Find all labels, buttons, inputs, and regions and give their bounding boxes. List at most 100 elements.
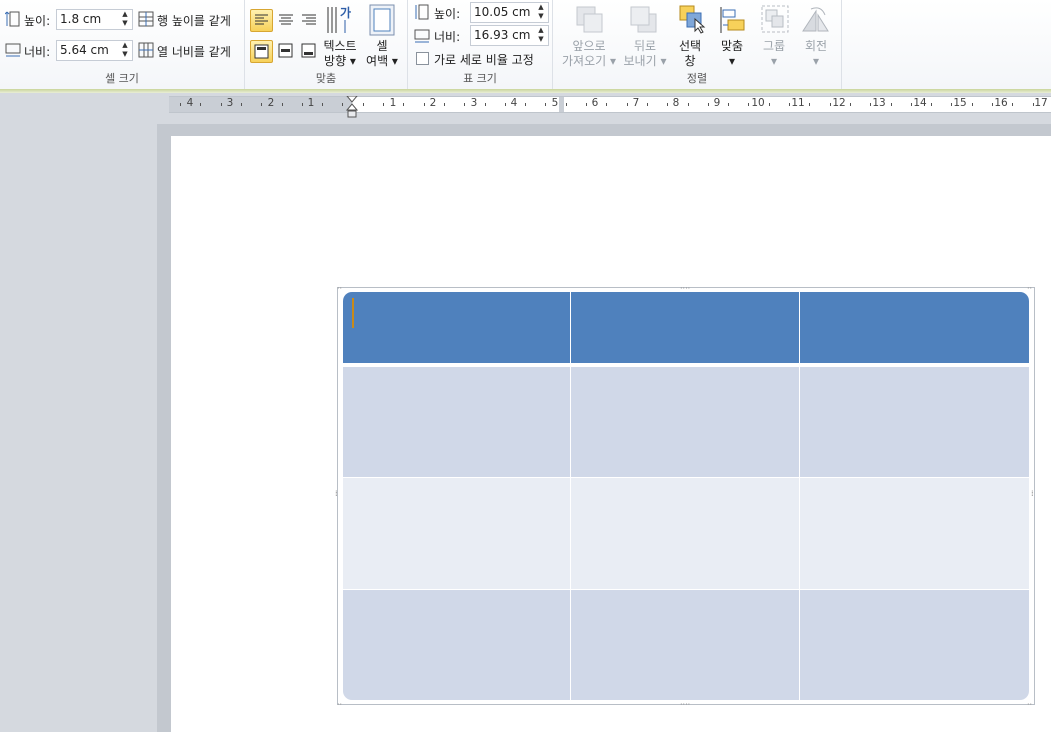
ruler-tick: [768, 103, 770, 106]
send-backward-button[interactable]: 뒤로 보내기 ▾: [619, 39, 671, 69]
selection-pane-icon[interactable]: [677, 3, 707, 38]
resize-handle-bottom[interactable]: ····: [680, 701, 690, 709]
ruler-tick: [240, 103, 242, 106]
align-top-button[interactable]: [250, 40, 273, 63]
distribute-columns-button[interactable]: 열 너비를 같게: [157, 43, 231, 60]
resize-handle-top-left[interactable]: ··: [337, 285, 342, 293]
resize-handle-bottom-left[interactable]: ··: [337, 701, 342, 709]
ruler-num-right-14: 15: [953, 97, 967, 109]
table-width-label: 너비:: [434, 30, 461, 44]
table-height-input[interactable]: 10.05 cm ▲ ▼: [470, 2, 549, 23]
selection-pane-button[interactable]: 선택 창: [671, 39, 709, 69]
align-objects-label-1: 맞춤: [720, 39, 744, 53]
ruler-num-right-9: 10: [751, 97, 765, 109]
table-height-value: 10.05 cm: [474, 5, 531, 19]
ruler-tick: [565, 103, 567, 106]
ruler-tick: [220, 103, 222, 106]
align-right-icon[interactable]: [299, 10, 319, 33]
ruler-tick: [789, 103, 790, 106]
align-bottom-icon[interactable]: [299, 41, 319, 64]
cell-margins-button[interactable]: 셀 여백 ▾: [362, 39, 402, 69]
cell-margins-icon[interactable]: [369, 4, 395, 39]
send-backward-label-1: 뒤로: [633, 39, 657, 53]
table-header-cell[interactable]: [571, 292, 800, 363]
align-objects-button[interactable]: 맞춤 ▾: [713, 39, 751, 69]
group-button[interactable]: 그룹 ▾: [755, 39, 793, 69]
ruler-tick: [180, 103, 181, 106]
rotate-icon[interactable]: [801, 5, 831, 38]
table-width-spinner[interactable]: ▲ ▼: [537, 26, 545, 45]
cell-margins-label-1: 셀: [376, 39, 388, 53]
ruler-tick: [667, 103, 669, 106]
table-cell[interactable]: [800, 477, 1029, 589]
distribute-rows-icon[interactable]: [138, 11, 154, 30]
text-direction-glyph: 가: [340, 5, 351, 20]
ruler-num-right-13: 14: [913, 97, 927, 109]
lock-aspect-checkbox[interactable]: [416, 52, 429, 65]
table-header-cell[interactable]: [343, 292, 571, 363]
cell-height-spinner[interactable]: ▲ ▼: [121, 10, 129, 29]
selection-pane-label-1: 선택: [678, 39, 702, 53]
ruler-tick: [606, 103, 608, 106]
ruler-num-right-11: 12: [832, 97, 846, 109]
ruler-tick: [910, 103, 912, 106]
align-objects-icon[interactable]: [718, 5, 748, 38]
text-direction-icon[interactable]: 가: [325, 3, 355, 40]
table-cell[interactable]: [343, 589, 571, 700]
bring-forward-button[interactable]: 앞으로 가져오기 ▾: [557, 39, 621, 69]
table-cell[interactable]: [343, 477, 571, 589]
cell-size-group: 높이: 1.8 cm ▲ ▼ 행 높이를 같게 너비: 5.64 cm ▲ ▼ 열 …: [0, 0, 245, 89]
table-height-spinner[interactable]: ▲ ▼: [537, 3, 545, 22]
table-cell[interactable]: [800, 367, 1029, 477]
align-objects-label-2: ▾: [728, 54, 736, 68]
ruler-tick: [443, 103, 445, 106]
resize-handle-bottom-right[interactable]: ··: [1027, 701, 1032, 709]
distribute-rows-button[interactable]: 행 높이를 같게: [157, 12, 231, 29]
send-backward-icon[interactable]: [629, 5, 659, 38]
table-cell[interactable]: [343, 367, 571, 477]
ruler-tick: [646, 103, 648, 106]
distribute-columns-icon[interactable]: [138, 42, 154, 61]
text-cursor: [352, 298, 354, 328]
ruler-tick: [301, 103, 303, 106]
cell-size-group-label: 셀 크기: [105, 72, 139, 85]
ruler-tick: [687, 103, 689, 106]
table-width-icon: [414, 28, 430, 47]
cell-width-input[interactable]: 5.64 cm ▲ ▼: [56, 40, 133, 61]
ruler-tick: [545, 103, 547, 106]
table[interactable]: [343, 292, 1029, 700]
selection-pane-label-2: 창: [684, 54, 696, 68]
align-center-icon[interactable]: [276, 10, 296, 33]
table-header-cell[interactable]: [800, 292, 1029, 363]
text-direction-button[interactable]: 텍스트 방향 ▾: [320, 39, 360, 69]
ruler-tick: [1032, 103, 1034, 106]
ruler-tick: [1012, 103, 1014, 106]
align-left-button[interactable]: [250, 9, 273, 32]
ruler-tick: [383, 103, 384, 106]
resize-handle-left[interactable]: ⁞: [335, 490, 338, 498]
ruler-tick: [971, 103, 973, 106]
ruler-tick: [281, 103, 283, 106]
indent-marker-icon[interactable]: [345, 95, 359, 121]
table-cell[interactable]: [571, 477, 800, 589]
alignment-group: 가 텍스트 방향 ▾ 셀 여백 ▾ 맞춤: [245, 0, 408, 89]
table-cell[interactable]: [800, 589, 1029, 700]
group-icon[interactable]: [760, 4, 790, 37]
align-middle-icon[interactable]: [276, 41, 296, 64]
table-cell[interactable]: [571, 367, 800, 477]
ruler-num-right-12: 13: [872, 97, 886, 109]
table-width-value: 16.93 cm: [474, 28, 531, 42]
cell-width-spinner[interactable]: ▲ ▼: [121, 41, 129, 60]
resize-handle-right[interactable]: ⁞: [1031, 490, 1034, 498]
ruler-num-right-16: 17: [1034, 97, 1048, 109]
ruler-tick: [504, 103, 506, 106]
rotate-button[interactable]: 회전 ▾: [797, 39, 835, 69]
table-cell[interactable]: [571, 589, 800, 700]
cell-width-value: 5.64 cm: [60, 43, 109, 57]
horizontal-ruler[interactable]: 4 3 2 1 1 2 3 4 5 6 7 8 9 10 11 12 13 14…: [169, 95, 1051, 118]
table-width-input[interactable]: 16.93 cm ▲ ▼: [470, 25, 549, 46]
cell-height-input[interactable]: 1.8 cm ▲ ▼: [56, 9, 133, 30]
group-label-1: 그룹: [762, 39, 786, 53]
bring-forward-icon[interactable]: [575, 5, 605, 38]
column-width-icon: [5, 42, 21, 61]
